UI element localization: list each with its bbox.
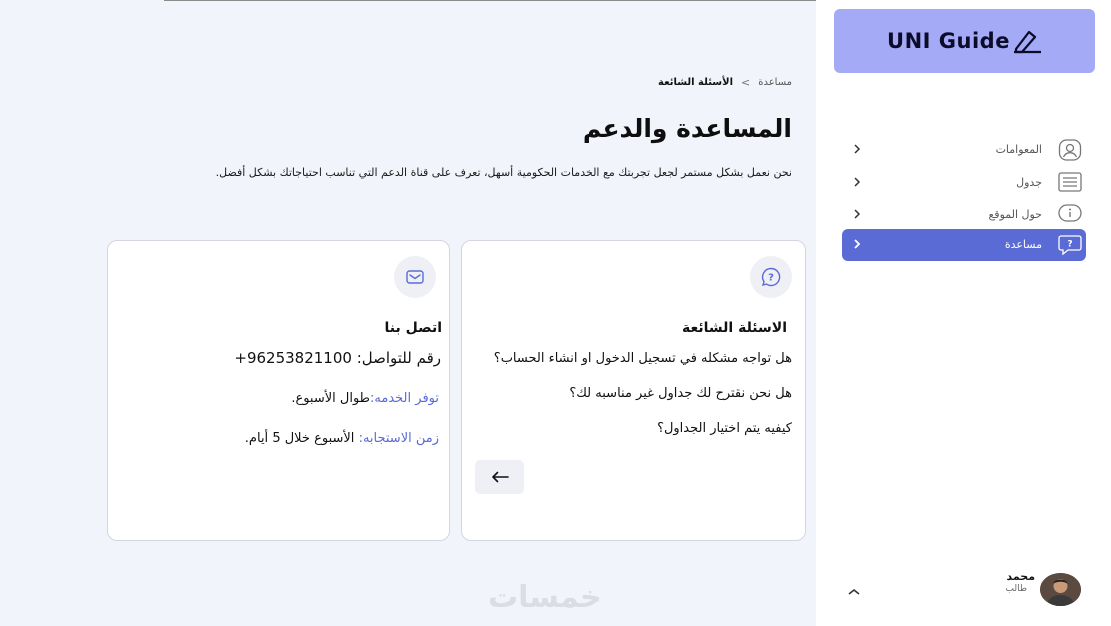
faq-card: ? الاسئلة الشائعة هل تواجه مشكله في تسجي… (461, 240, 806, 541)
sidebar-item-info[interactable]: المعوامات (842, 134, 1086, 166)
help-chat-icon: ? (1058, 235, 1082, 256)
availability-value: طوال الأسبوع. (291, 391, 371, 406)
response-line: زمن الاستجابه: الأسبوع خلال 5 أيام. (245, 431, 439, 446)
chevron-up-icon[interactable] (847, 587, 861, 597)
user-profile[interactable]: محمد طالب (816, 565, 1111, 615)
chevron-right-icon (854, 239, 861, 249)
faq-question-1[interactable]: هل تواجه مشكله في تسجيل الدخول او انشاء … (494, 351, 792, 366)
contact-card: اتصل بنا رقم للتواصل: 96253821100+ توفر … (107, 240, 450, 541)
svg-text:?: ? (768, 273, 774, 284)
user-name: محمد (1006, 570, 1035, 583)
faq-question-3[interactable]: كيفيه يتم اختيار الجداول؟ (657, 421, 792, 436)
svg-text:?: ? (1067, 240, 1072, 250)
response-value: الأسبوع خلال 5 أيام. (244, 431, 355, 446)
arrow-left-icon (491, 471, 509, 483)
response-label: زمن الاستجابه: (358, 431, 439, 446)
contact-phone-line: رقم للتواصل: 96253821100+ (234, 349, 441, 367)
avatar (1040, 573, 1081, 606)
sidebar-item-about[interactable]: حول الموقع (842, 199, 1086, 231)
logo-text: UNI Guide (887, 29, 1010, 53)
user-role: طالب (1005, 584, 1028, 594)
phone-label: رقم للتواصل: (356, 349, 441, 367)
phone-number[interactable]: 96253821100+ (234, 349, 352, 367)
main-content: مساعدة > الأسئلة الشائعة المساعدة والدعم… (0, 0, 816, 626)
sidebar-item-schedule[interactable]: جدول (842, 167, 1086, 199)
sidebar-item-label: المعوامات (995, 143, 1042, 156)
watermark-logo: خمسات (488, 580, 602, 615)
contact-title: اتصل بنا (384, 320, 442, 336)
list-icon (1058, 172, 1082, 192)
faq-more-button[interactable] (475, 460, 524, 494)
user-icon (1058, 139, 1082, 161)
breadcrumb-home[interactable]: مساعدة (758, 77, 792, 88)
sidebar-item-label: حول الموقع (988, 208, 1042, 221)
availability-label: توفر الخدمه: (370, 391, 439, 406)
pencil-logo-icon (1013, 30, 1041, 54)
chevron-right-icon (854, 144, 861, 154)
sidebar-item-label: مساعدة (1004, 238, 1042, 251)
breadcrumb-current: الأسئلة الشائعة (658, 77, 733, 88)
chevron-right-icon (854, 209, 861, 219)
availability-line: توفر الخدمه:طوال الأسبوع. (291, 391, 439, 406)
page-title: المساعدة والدعم (582, 114, 792, 143)
logo[interactable]: UNI Guide (834, 9, 1095, 73)
info-icon (1058, 204, 1082, 222)
faq-question-2[interactable]: هل نحن نقترح لك جداول غير مناسبه لك؟ (569, 386, 792, 401)
sidebar: UNI Guide المعوامات جدول حول الموقع مساع… (816, 0, 1111, 626)
faq-title: الاسئلة الشائعة (682, 320, 787, 336)
mail-icon (394, 256, 436, 298)
breadcrumb-separator: > (741, 76, 751, 89)
breadcrumb: مساعدة > الأسئلة الشائعة (658, 76, 792, 89)
chevron-right-icon (854, 177, 861, 187)
sidebar-item-label: جدول (1016, 176, 1042, 189)
top-divider (164, 0, 816, 1)
page-subtitle: نحن نعمل بشكل مستمر لجعل تجربتك مع الخدم… (215, 166, 792, 179)
sidebar-item-help[interactable]: مساعدة ? (842, 229, 1086, 261)
help-chat-icon: ? (750, 256, 792, 298)
